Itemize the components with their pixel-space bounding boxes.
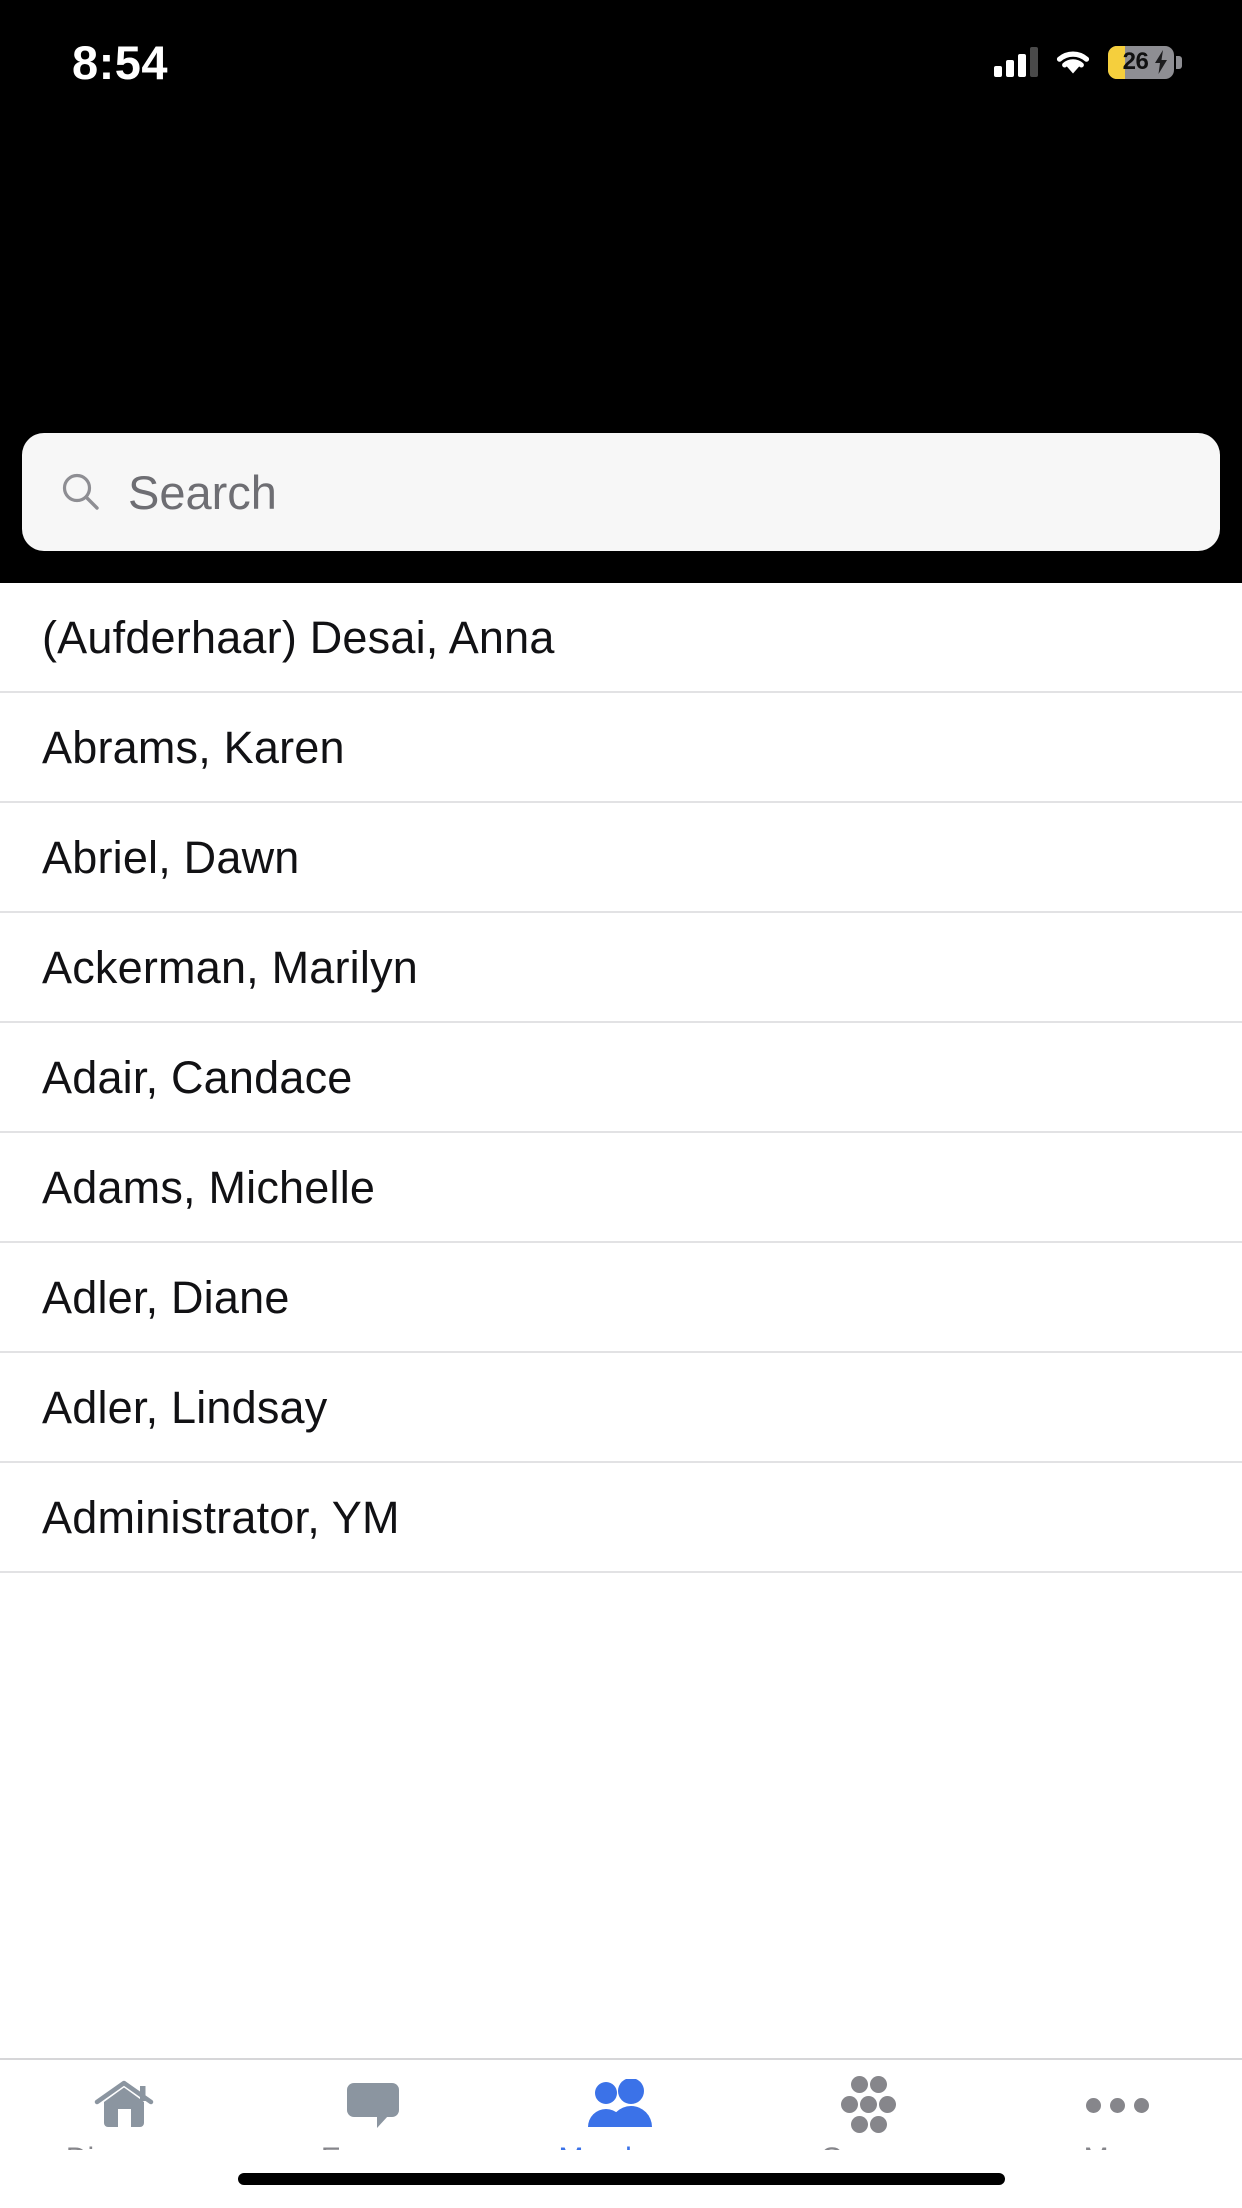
search-bar[interactable]: Search [22, 433, 1220, 551]
battery-icon: 26 [1108, 45, 1174, 79]
battery-cap [1176, 55, 1182, 69]
member-name: Adair, Candace [42, 1051, 353, 1103]
table-row[interactable]: Adler, Lindsay [0, 1353, 1242, 1463]
member-name: Abrams, Karen [42, 721, 345, 773]
home-indicator-area [0, 2150, 1242, 2208]
table-row[interactable]: Adler, Diane [0, 1243, 1242, 1353]
wifi-icon [1056, 51, 1090, 74]
member-name: Adler, Lindsay [42, 1381, 328, 1433]
search-input[interactable]: Search [128, 469, 277, 516]
search-icon [62, 473, 99, 510]
member-name: (Aufderhaar) Desai, Anna [42, 611, 555, 663]
member-name: Adler, Diane [42, 1271, 290, 1323]
member-name: Administrator, YM [42, 1491, 400, 1543]
table-row[interactable]: Abrams, Karen [0, 693, 1242, 803]
table-row[interactable]: Abriel, Dawn [0, 803, 1242, 913]
status-bar: 8:54 26 [0, 0, 1242, 110]
cellular-signal-icon [994, 47, 1038, 77]
battery-indicator: 26 [1108, 45, 1182, 79]
home-icon [93, 2076, 155, 2134]
charging-bolt-icon [1155, 50, 1167, 74]
table-row[interactable]: Adams, Michelle [0, 1133, 1242, 1243]
member-name: Ackerman, Marilyn [42, 941, 418, 993]
groups-dots-icon [837, 2076, 901, 2134]
table-row[interactable]: Adair, Candace [0, 1023, 1242, 1133]
table-row[interactable]: Ackerman, Marilyn [0, 913, 1242, 1023]
home-indicator[interactable] [237, 2173, 1005, 2185]
header-region: 8:54 26 Search [0, 0, 1242, 583]
table-row[interactable]: Administrator, YM [0, 1463, 1242, 1573]
ellipsis-icon [1086, 2076, 1150, 2134]
member-name: Abriel, Dawn [42, 831, 300, 883]
member-name: Adams, Michelle [42, 1161, 376, 1213]
table-row[interactable]: (Aufderhaar) Desai, Anna [0, 583, 1242, 693]
members-list[interactable]: (Aufderhaar) Desai, Anna Abrams, Karen A… [0, 583, 1242, 2058]
speech-bubble-icon [344, 2076, 402, 2134]
app-screen: 8:54 26 Search (Aufderhaar) Desai, Anna … [0, 0, 1242, 2208]
status-bar-indicators: 26 [994, 32, 1182, 79]
status-bar-time: 8:54 [72, 35, 169, 89]
people-icon [586, 2076, 656, 2134]
